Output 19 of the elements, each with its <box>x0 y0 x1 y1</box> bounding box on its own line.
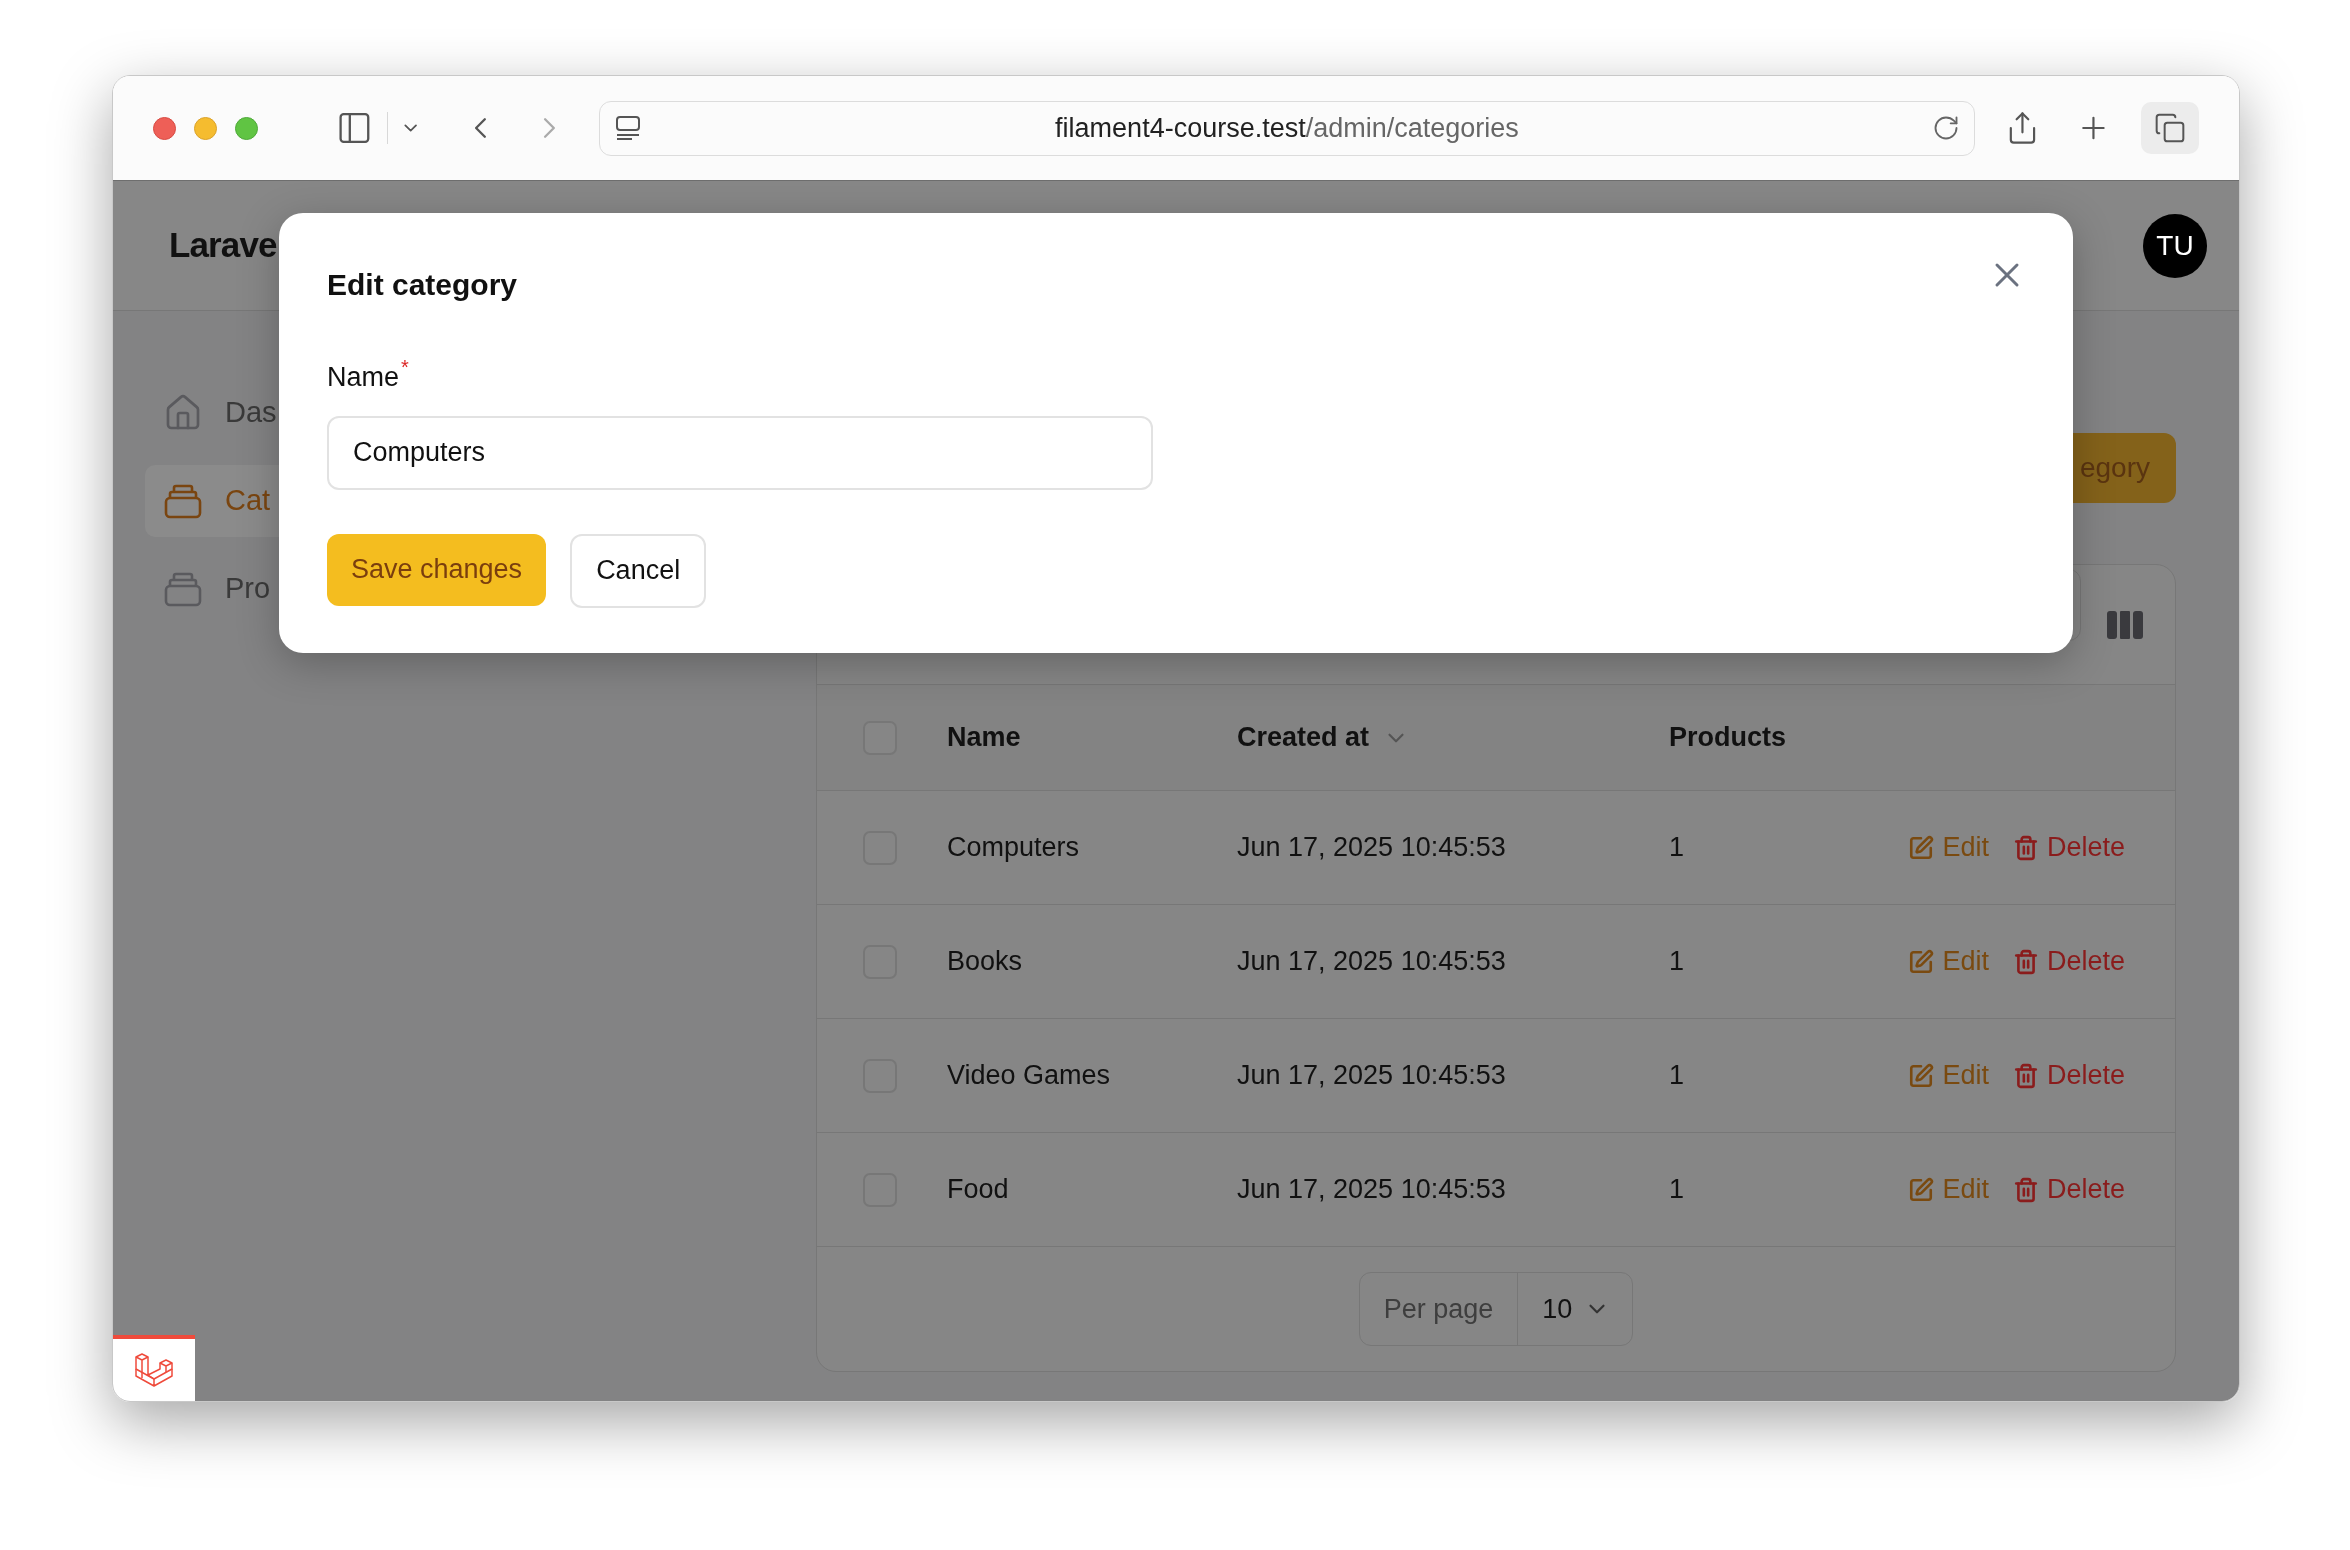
table-cell-text: 1 <box>1669 945 1686 979</box>
brand-name: Larave <box>169 224 277 267</box>
table-cell-text: Food <box>947 1173 1010 1207</box>
per-page-label: Per page <box>1359 1273 1519 1345</box>
required-marker: * <box>401 357 409 377</box>
per-page-value: 10 <box>1541 1292 1574 1326</box>
table-cell-text: Books <box>947 945 1024 979</box>
table-cell-text: Video Games <box>947 1059 1112 1093</box>
table-cell-text: Jun 17, 2025 10:45:53 <box>1237 945 1507 979</box>
dialog-title: Edit category <box>327 267 518 303</box>
table-cell-text: 1 <box>1669 831 1686 865</box>
table-cell-text: Computers <box>947 831 1081 865</box>
field-label: Name <box>327 361 400 394</box>
table-cell-text: 1 <box>1669 1173 1686 1207</box>
table-cell-text: Jun 17, 2025 10:45:53 <box>1237 1059 1507 1093</box>
table-cell-text: Jun 17, 2025 10:45:53 <box>1237 831 1507 865</box>
table-cell-text: Jun 17, 2025 10:45:53 <box>1237 1173 1507 1207</box>
table-cell-text: 1 <box>1669 1059 1686 1093</box>
url-text: filament4-course.test/admin/categories <box>1054 111 1520 145</box>
